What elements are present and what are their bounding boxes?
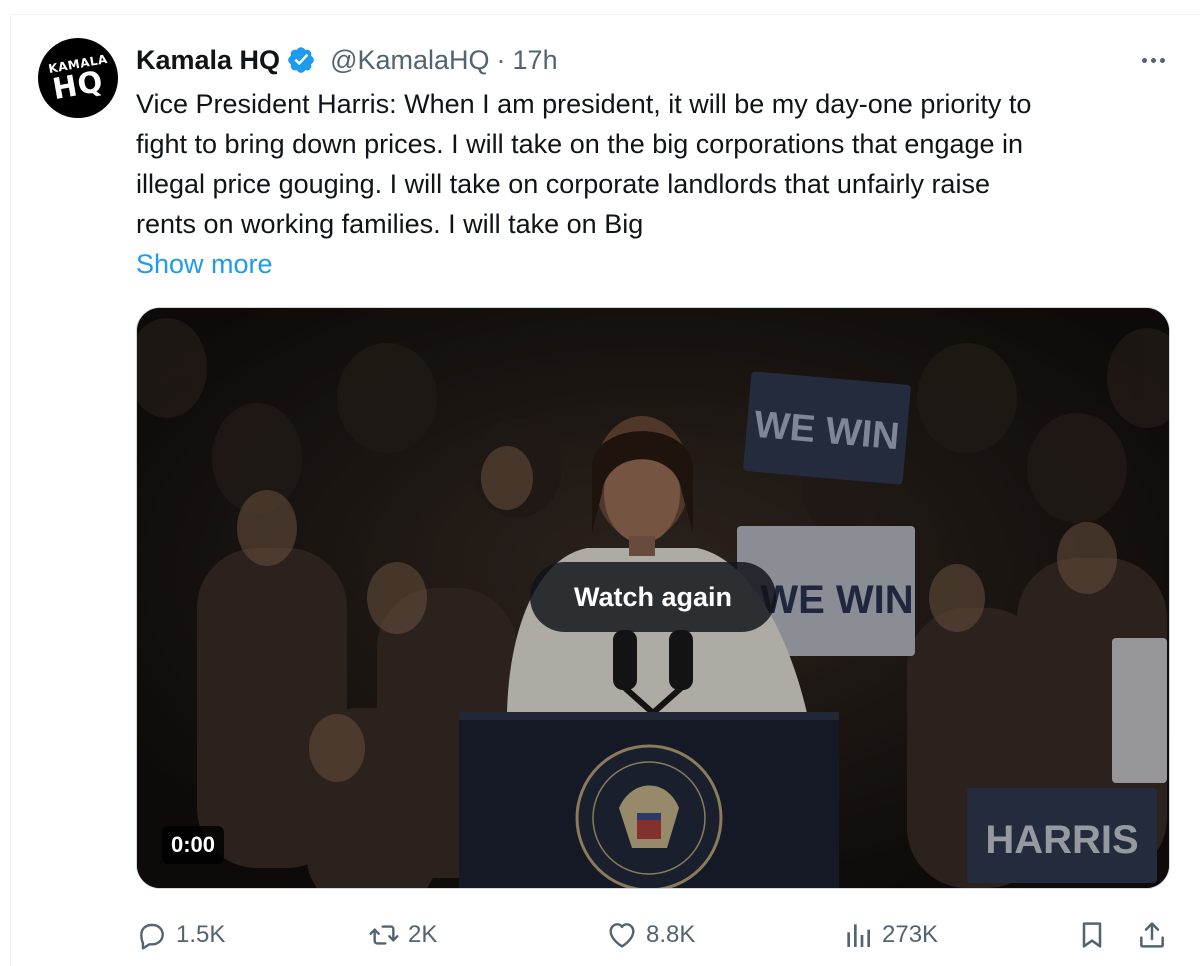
bookmark-button[interactable] xyxy=(1076,912,1108,958)
repost-count: 2K xyxy=(408,921,438,948)
tweet-text-line: illegal price gouging. I will take on co… xyxy=(136,169,990,199)
like-button[interactable]: 8.8K xyxy=(606,912,695,958)
tweet-header: Kamala HQ @KamalaHQ · 17h xyxy=(136,42,558,78)
like-count: 8.8K xyxy=(646,921,696,948)
watch-again-button[interactable]: Watch again xyxy=(530,562,776,632)
show-more-link[interactable]: Show more xyxy=(136,244,273,284)
tweet-card: KAMALA HQ Kamala HQ @KamalaHQ · 17h Vice… xyxy=(0,0,1200,966)
more-icon[interactable] xyxy=(1134,46,1172,74)
divider xyxy=(10,14,11,966)
reply-button[interactable]: 1.5K xyxy=(136,912,225,958)
view-count: 273K xyxy=(882,921,939,948)
separator-dot: · xyxy=(496,44,506,75)
action-bar: 1.5K 2K 8.8K 273K xyxy=(136,912,1176,958)
share-icon xyxy=(1140,922,1164,948)
reply-icon xyxy=(140,923,164,950)
views-icon xyxy=(847,924,870,947)
author-handle[interactable]: @KamalaHQ xyxy=(330,45,489,76)
video-timestamp: 0:00 xyxy=(162,826,225,864)
reply-count: 1.5K xyxy=(176,921,226,948)
heart-icon xyxy=(609,923,635,948)
tweet-text-line: fight to bring down prices. I will take … xyxy=(136,129,1024,159)
tweet-text-line: Vice President Harris: When I am preside… xyxy=(136,89,1032,119)
video-player[interactable]: WE WIN WE WIN HARRIS Watch again 0:00 xyxy=(136,307,1170,889)
tweet-time[interactable]: 17h xyxy=(513,45,558,76)
tweet-text: Vice President Harris: When I am preside… xyxy=(136,84,1176,244)
share-button[interactable] xyxy=(1136,912,1168,958)
author-name[interactable]: Kamala HQ xyxy=(136,45,280,76)
tweet-text-line: rents on working families. I will take o… xyxy=(136,209,644,239)
divider xyxy=(10,14,1200,15)
views-button[interactable]: 273K xyxy=(842,912,938,958)
repost-icon xyxy=(369,925,399,945)
avatar[interactable]: KAMALA HQ xyxy=(38,38,118,118)
verified-badge-icon xyxy=(288,47,314,73)
bookmark-icon xyxy=(1082,922,1102,948)
repost-button[interactable]: 2K xyxy=(368,912,437,958)
